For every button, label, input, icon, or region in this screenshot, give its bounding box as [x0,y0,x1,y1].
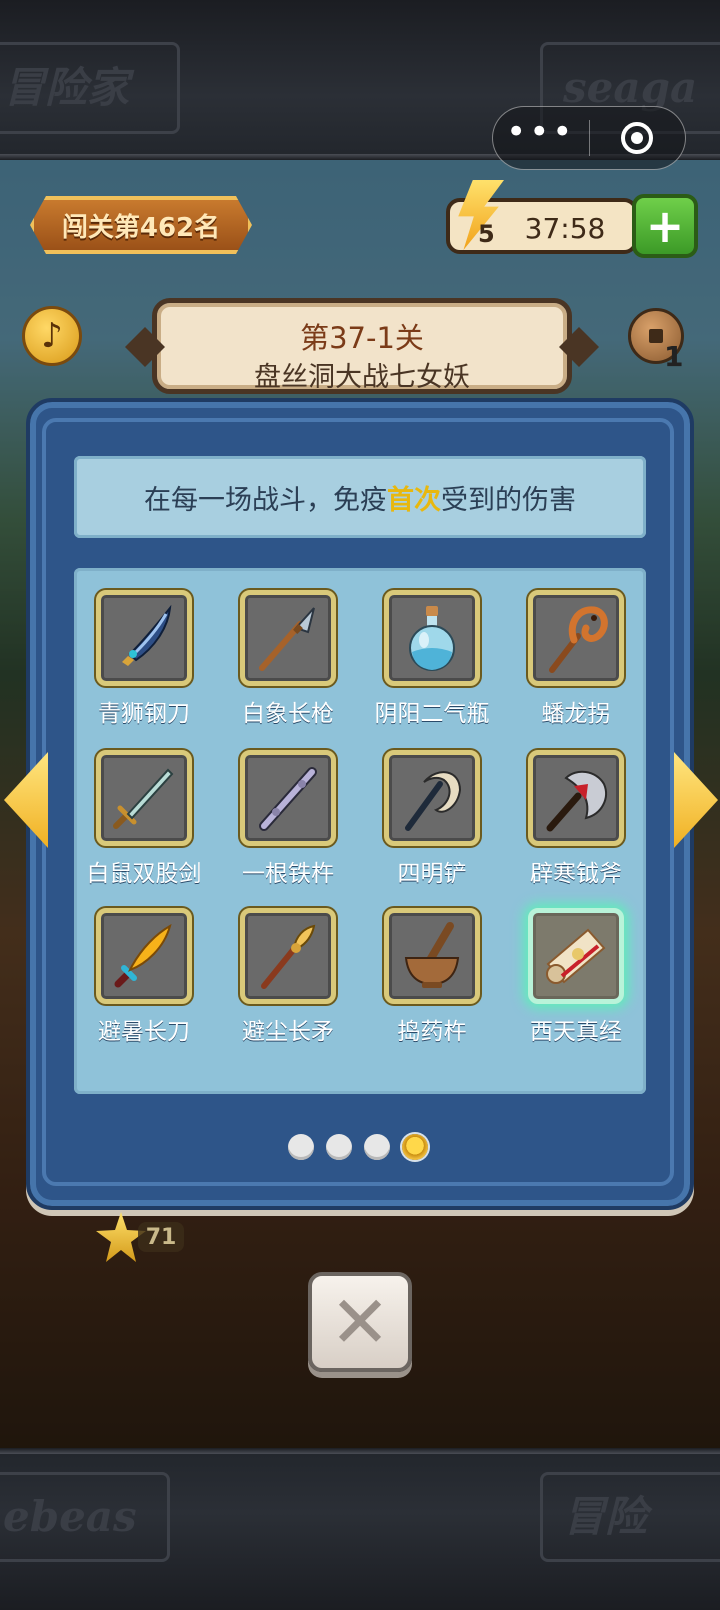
deco-sign-bottom-right: 冒险 [540,1472,720,1562]
dragon-staff-icon [528,590,624,686]
stage-name: 盘丝洞大战七女妖 [254,362,470,393]
item-slot[interactable]: 蟠龙拐 [504,590,648,740]
add-energy-button[interactable]: + [632,194,698,258]
music-note-icon: ♪ [41,316,63,356]
sword-icon [96,750,192,846]
item-name: 避尘长矛 [242,1019,334,1045]
energy-timer: 37:58 [524,211,606,245]
page-dot-active[interactable] [402,1134,428,1160]
more-dots-icon[interactable]: ••• [493,115,589,161]
item-name: 蟠龙拐 [541,701,611,727]
item-name: 一根铁杵 [242,861,334,887]
star-count: 71 [138,1222,184,1252]
deco-sign-bottom-left: ebeas [0,1472,170,1562]
mortar-pestle-icon [384,908,480,1004]
plus-icon: + [645,199,685,253]
deco-sign-right-text: seaga [563,63,698,112]
item-name: 捣药杵 [397,1019,467,1045]
target-icon[interactable] [590,122,686,154]
item-name: 青狮钢刀 [98,701,190,727]
spear-icon [240,590,336,686]
item-name: 四明铲 [397,861,467,887]
page-dot[interactable] [364,1134,390,1160]
stage-banner: 第37-1关 盘丝洞大战七女妖 [152,298,572,394]
close-button[interactable]: ✕ [308,1272,412,1372]
ornate-spear-icon [240,908,336,1004]
description-text-1: 在每一场战斗，免疫 [144,484,387,516]
item-name: 白鼠双股剑 [86,861,202,887]
close-icon: ✕ [329,1280,391,1364]
music-toggle-button[interactable]: ♪ [22,306,82,366]
rank-banner[interactable]: 闯关第462名 [30,196,252,254]
item-name: 阴阳二气瓶 [374,701,490,727]
potion-bottle-icon [384,590,480,686]
page-indicator [288,1134,428,1160]
deco-sign-bottom-right-text: 冒险 [563,1492,648,1541]
deco-sign-bottom-left-text: ebeas [3,1492,137,1541]
coin-count: 1 [664,340,684,373]
star-badge: 71 [96,1212,186,1262]
golden-blade-icon [96,908,192,1004]
item-slot[interactable]: 白象长枪 [216,590,360,740]
page-dot[interactable] [326,1134,352,1160]
item-slot[interactable]: 青狮钢刀 [72,590,216,740]
item-slot[interactable]: 四明铲 [360,750,504,900]
item-slot[interactable]: 辟寒钺斧 [504,750,648,900]
item-slot[interactable]: 一根铁杵 [216,750,360,900]
item-slot[interactable]: 白鼠双股剑 [72,750,216,900]
energy-count: 5 [478,220,495,248]
battle-axe-icon [528,750,624,846]
item-slot[interactable]: 避尘长矛 [216,908,360,1058]
item-slot[interactable]: 阴阳二气瓶 [360,590,504,740]
crescent-spade-icon [384,750,480,846]
item-description: 在每一场战斗，免疫 首次 受到的伤害 [74,456,646,538]
description-highlight: 首次 [387,484,441,516]
iron-rod-icon [240,750,336,846]
description-text-2: 受到的伤害 [441,484,576,516]
miniprogram-capsule: ••• [492,106,686,170]
item-name: 西天真经 [530,1019,622,1045]
item-name: 辟寒钺斧 [530,861,622,887]
item-slot-selected[interactable]: 西天真经 [504,908,648,1058]
blade-icon [96,590,192,686]
item-slot[interactable]: 捣药杵 [360,908,504,1058]
deco-sign-left-text: 冒险家 [3,63,130,112]
rank-label: 闯关第462名 [61,212,221,243]
item-name: 避暑长刀 [98,1019,190,1045]
bottom-frame: ebeas 冒险 [0,1448,720,1610]
item-name: 白象长枪 [242,701,334,727]
item-slot[interactable]: 避暑长刀 [72,908,216,1058]
stage-number: 第37-1关 [300,321,424,355]
deco-sign-left: 冒险家 [0,42,180,134]
page-dot[interactable] [288,1134,314,1160]
scripture-scroll-icon [528,908,624,1004]
